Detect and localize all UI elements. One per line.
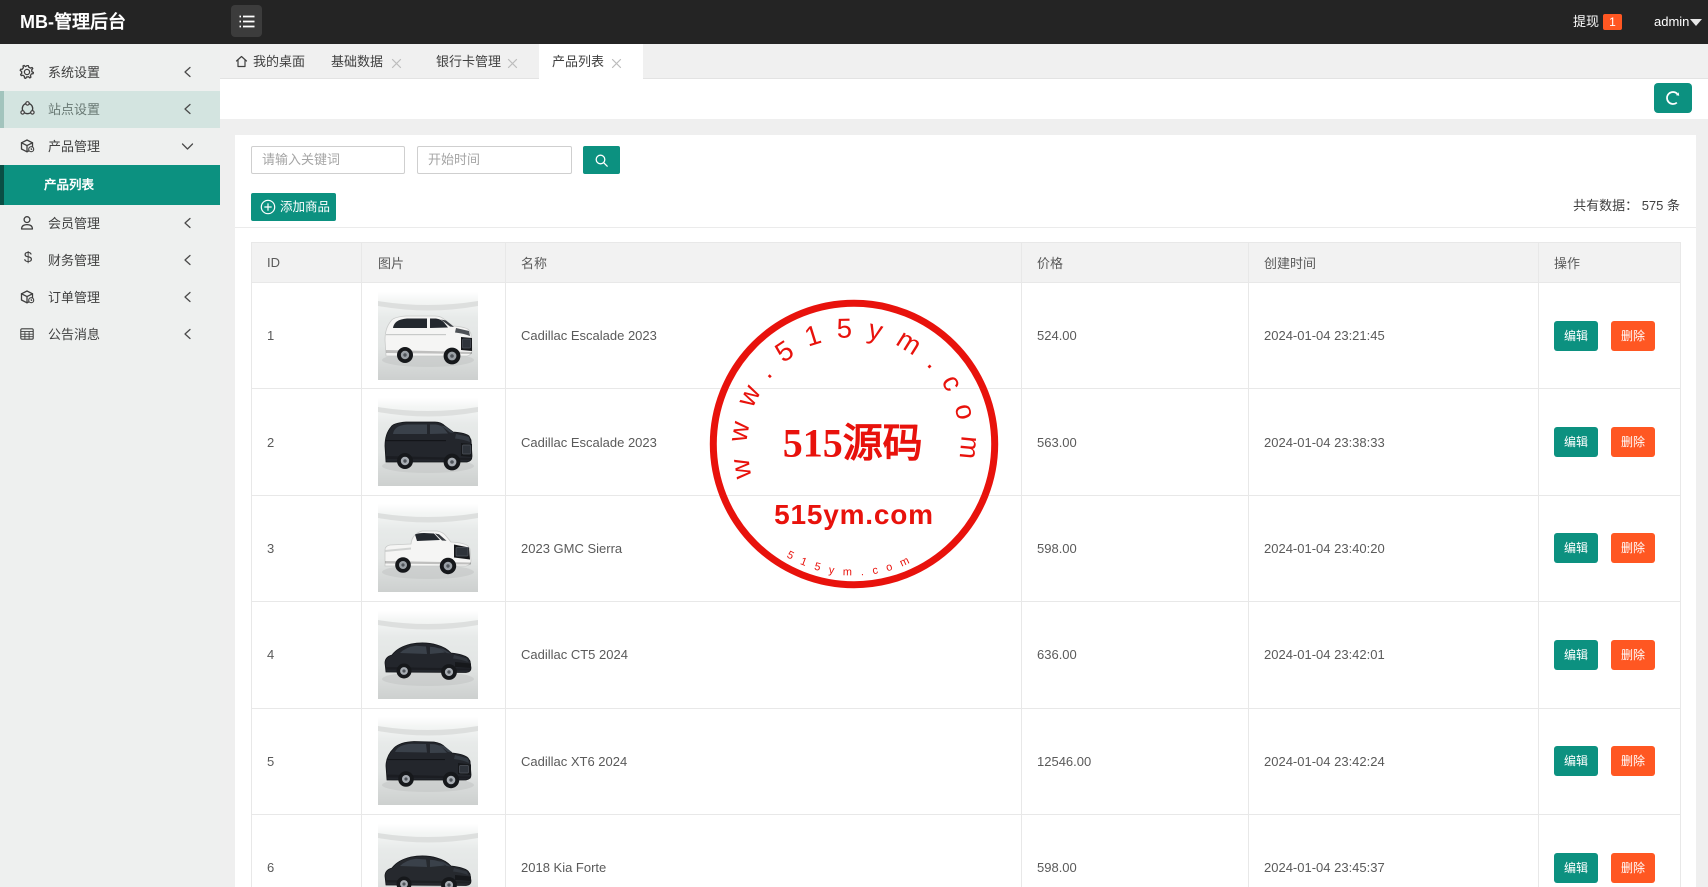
svg-text:515源码: 515源码	[783, 420, 923, 465]
svg-text:515ym.com: 515ym.com	[774, 499, 934, 530]
